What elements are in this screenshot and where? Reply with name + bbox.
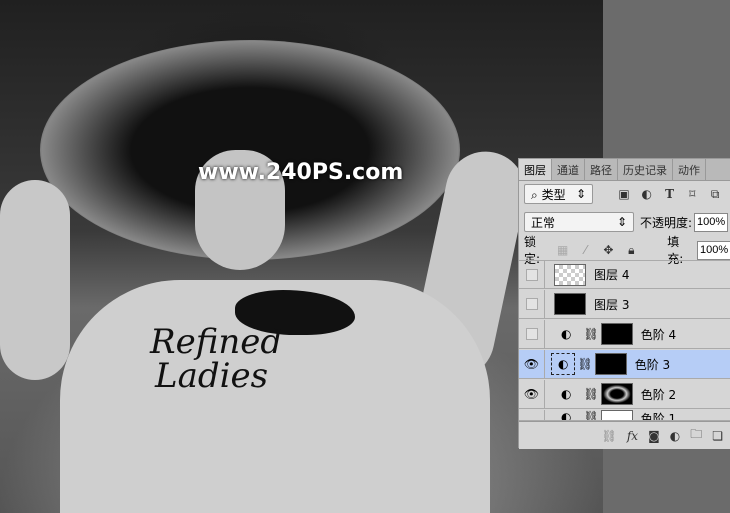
layer-row[interactable]: 图层 4 [519, 260, 730, 289]
panel-tabs: 图层 通道 路径 历史记录 动作 [519, 159, 730, 181]
shirt-text-2: Ladies [155, 356, 269, 396]
canvas-photo[interactable]: Refined Ladies www.240PS.com [0, 0, 603, 513]
lock-transparent-icon[interactable]: ▦ [556, 243, 570, 257]
panel-footer: ⛓ fx ◙ ◐ 🗀 ❏ [519, 421, 730, 449]
adjustment-icon: ◐ [551, 353, 576, 375]
layer-row[interactable]: 👁︎ ◐ ⛓ 色阶 2 [519, 379, 730, 409]
link-icon: ⛓ [583, 327, 599, 341]
tab-layers[interactable]: 图层 [519, 159, 552, 180]
layer-thumbnail [554, 293, 586, 315]
tab-history[interactable]: 历史记录 [618, 159, 673, 180]
smart-object-filter-icon[interactable]: ⧉ [708, 187, 722, 202]
eye-icon: 👁︎ [523, 357, 540, 371]
fill-input[interactable] [696, 240, 730, 260]
adjustment-icon: ◐ [561, 410, 572, 421]
layer-row[interactable]: 👁︎ ◐ ⛓ 色阶 1 [519, 410, 730, 421]
layer-name[interactable]: 图层 3 [594, 296, 629, 313]
new-group-icon[interactable]: 🗀 [690, 425, 702, 446]
tab-paths[interactable]: 路径 [585, 159, 618, 180]
new-adjustment-icon[interactable]: ◐ [670, 429, 680, 443]
layer-name[interactable]: 色阶 4 [641, 326, 676, 343]
link-icon: ⛓ [583, 410, 599, 421]
layer-name[interactable]: 色阶 1 [641, 410, 676, 420]
visibility-toggle[interactable] [525, 298, 538, 310]
watermark: www.240PS.com [198, 160, 404, 185]
layer-row[interactable]: ◐ ⛓ 色阶 4 [519, 319, 730, 349]
shirt-text-1: Refined [150, 322, 283, 362]
lock-all-icon[interactable]: 🔒︎ [624, 243, 638, 258]
adjustment-filter-icon[interactable]: ◐ [640, 187, 654, 201]
lock-position-icon[interactable]: ✥ [601, 243, 615, 257]
opacity-label: 不透明度: [640, 215, 693, 230]
mask-thumbnail[interactable] [600, 410, 633, 420]
tab-channels[interactable]: 通道 [552, 159, 585, 180]
mask-thumbnail[interactable] [594, 353, 627, 375]
left-arm [0, 180, 70, 380]
tab-actions[interactable]: 动作 [673, 159, 706, 180]
layer-name[interactable]: 色阶 3 [635, 356, 670, 373]
layer-row-selected[interactable]: 👁︎ ◐ ⛓ 色阶 3 [519, 349, 730, 379]
visibility-toggle[interactable]: 👁︎ [519, 410, 545, 420]
link-icon: ⛓ [577, 357, 593, 371]
link-layers-icon[interactable]: ⛓ [602, 429, 617, 443]
layers-panel: 图层 通道 路径 历史记录 动作 ⌕ 类型 ⇕ ▣ ◐ T ⌑ ⧉ 正常 ⇕ 不透明… [518, 158, 730, 449]
mask-thumbnail[interactable] [600, 323, 633, 345]
mask-thumbnail[interactable] [600, 383, 633, 405]
adjustment-icon: ◐ [561, 327, 572, 341]
updown-icon: ⇕ [616, 215, 627, 229]
layer-row[interactable]: 图层 3 [519, 289, 730, 319]
layer-thumbnail [554, 263, 586, 286]
image-filter-icon[interactable]: ▣ [617, 187, 631, 201]
filter-kind-label: 类型 [541, 187, 566, 202]
blend-mode-value: 正常 [531, 215, 556, 230]
updown-icon: ⇕ [576, 187, 587, 201]
add-mask-icon[interactable]: ◙ [648, 429, 660, 443]
fx-icon[interactable]: fx [627, 429, 638, 443]
layer-name[interactable]: 图层 4 [594, 266, 629, 283]
visibility-toggle[interactable]: 👁︎ [519, 379, 545, 409]
eye-icon: 👁︎ [523, 387, 540, 401]
blend-mode-select[interactable]: 正常 ⇕ [524, 212, 634, 232]
new-layer-icon[interactable]: ❏ [712, 429, 723, 443]
opacity-input[interactable] [694, 212, 729, 232]
lock-brush-icon[interactable]: ⁄ [579, 243, 593, 257]
visibility-toggle[interactable] [525, 268, 538, 281]
type-filter-icon[interactable]: T [663, 187, 677, 201]
link-icon: ⛓ [583, 387, 599, 401]
filter-kind-select[interactable]: ⌕ 类型 ⇕ [524, 184, 594, 204]
layer-name[interactable]: 色阶 2 [641, 386, 676, 403]
visibility-toggle[interactable] [525, 328, 538, 340]
adjustment-icon: ◐ [561, 387, 572, 401]
visibility-toggle[interactable]: 👁︎ [519, 349, 545, 379]
shape-filter-icon[interactable]: ⌑ [685, 187, 699, 201]
shirt-print: Refined Ladies [150, 325, 282, 393]
search-icon: ⌕ [531, 187, 538, 202]
